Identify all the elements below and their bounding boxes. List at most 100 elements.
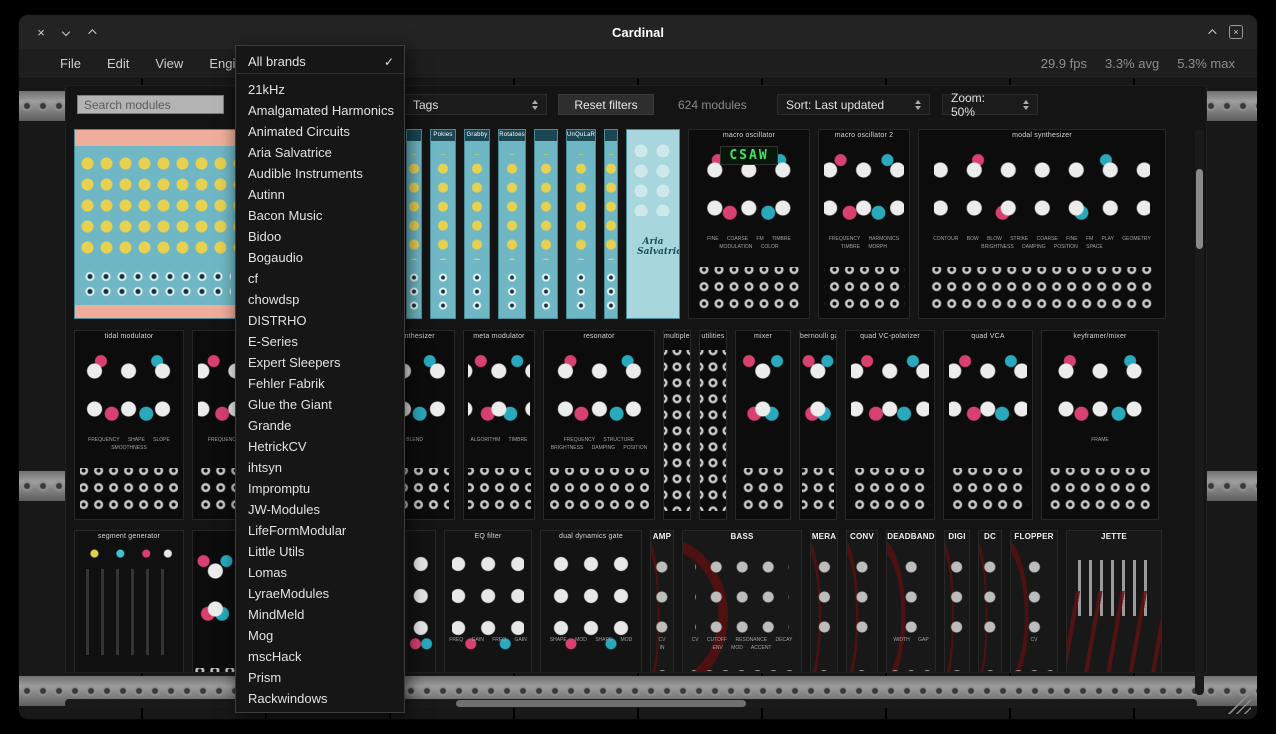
menu-item[interactable]: File — [47, 56, 94, 71]
module-labels: CONTOUR BOW BLOW STRIKE COARSE FINE FM P… — [921, 235, 1163, 251]
module-card[interactable]: Grabby — [464, 129, 490, 319]
module-card[interactable]: multiples — [663, 330, 691, 520]
brand-menu-item[interactable]: Aria Salvatrice — [236, 142, 404, 163]
brand-menu-item[interactable]: All brands ✓ — [236, 50, 404, 74]
module-card[interactable]: JETTE — [1066, 530, 1162, 673]
brand-menu-item[interactable]: 21kHz — [236, 79, 404, 100]
brand-menu-item[interactable]: Expert Sleepers — [236, 352, 404, 373]
tags-select[interactable]: Tags — [404, 94, 547, 115]
search-input[interactable] — [77, 95, 224, 114]
title-bar[interactable]: × Cardinal × — [19, 15, 1257, 49]
brand-menu-item[interactable]: Amalgamated Harmonics — [236, 100, 404, 121]
brand-menu-item[interactable]: Autinn — [236, 184, 404, 205]
module-card[interactable]: utilities — [699, 330, 727, 520]
brand-menu-item-label: HetrickCV — [248, 439, 307, 454]
brand-menu-item[interactable]: JW-Modules — [236, 499, 404, 520]
brand-menu-item[interactable]: Grande — [236, 415, 404, 436]
module-card[interactable]: FLOPPER CV — [1010, 530, 1058, 673]
vertical-scrollbar[interactable] — [1195, 129, 1204, 695]
module-card[interactable]: AMP CV IN — [650, 530, 674, 673]
brand-menu-item[interactable]: Lomas — [236, 562, 404, 583]
menu-item[interactable]: View — [142, 56, 196, 71]
brand-menu-item[interactable]: Impromptu — [236, 478, 404, 499]
close-icon[interactable]: × — [35, 26, 47, 39]
menu-item[interactable]: Edit — [94, 56, 142, 71]
module-card[interactable]: Aria Salvatrice — [626, 129, 680, 319]
brand-menu-item[interactable]: Mog — [236, 625, 404, 646]
brand-menu-item[interactable]: E-Series — [236, 331, 404, 352]
brand-menu-item[interactable]: Bacon Music — [236, 205, 404, 226]
module-title: dual dynamics gate — [541, 531, 641, 542]
module-title: quad VCA — [944, 331, 1032, 342]
chevron-up-icon[interactable] — [85, 26, 97, 39]
module-card[interactable]: macro oscillator CSAW FINE COARSE FM TIM… — [688, 129, 810, 319]
module-card[interactable] — [406, 129, 422, 319]
module-card[interactable]: CONV — [846, 530, 878, 673]
module-card[interactable] — [192, 530, 238, 673]
module-title: quad VC-polarizer — [846, 331, 934, 342]
brand-menu-item[interactable]: HetrickCV — [236, 436, 404, 457]
module-card[interactable]: modal synthesizer CONTOUR BOW BLOW STRIK… — [918, 129, 1166, 319]
module-card[interactable]: UnQuLaR — [566, 129, 596, 319]
module-card[interactable]: segment generator — [74, 530, 184, 673]
module-card[interactable]: bernoulli gate — [799, 330, 837, 520]
module-card[interactable]: dual dynamics gate SHAPE MOD SHAPE MOD — [540, 530, 642, 673]
brand-menu-item[interactable]: Bidoo — [236, 226, 404, 247]
brand-menu-item[interactable]: Fehler Fabrik — [236, 373, 404, 394]
brand-menu-item[interactable]: LyraeModules — [236, 583, 404, 604]
module-card[interactable]: resonator FREQUENCY STRUCTURE BRIGHTNESS… — [543, 330, 655, 520]
zoom-select[interactable]: Zoom: 50% — [942, 94, 1038, 115]
brand-menu-item[interactable]: Audible Instruments — [236, 163, 404, 184]
updown-arrow-icon — [1009, 100, 1029, 110]
brand-menu-item[interactable]: MindMeld — [236, 604, 404, 625]
module-card[interactable]: DC — [978, 530, 1002, 673]
performance-stat: 5.3% max — [1177, 56, 1235, 71]
module-card[interactable]: BASS CV CUTOFF RESONANCE DECAY ENV MOD A… — [682, 530, 802, 673]
module-labels: WIDTH GAP — [889, 636, 933, 644]
brand-menu-item[interactable]: Bogaudio — [236, 247, 404, 268]
brand-menu-item[interactable]: Little Utils — [236, 541, 404, 562]
reset-filters-button[interactable]: Reset filters — [558, 94, 654, 115]
brand-menu-item[interactable]: mscHack — [236, 646, 404, 667]
module-title: resonator — [544, 331, 654, 342]
module-card[interactable]: quad VC-polarizer — [845, 330, 935, 520]
module-title: multiples — [664, 331, 690, 342]
module-card[interactable]: quad VCA — [943, 330, 1033, 520]
module-card[interactable]: Rotatoes — [498, 129, 526, 319]
brand-menu-item[interactable]: LifeFormModular — [236, 520, 404, 541]
brand-menu-item[interactable]: DISTRHO — [236, 310, 404, 331]
module-card[interactable] — [604, 129, 618, 319]
module-card[interactable]: EQ filter FREQ GAIN FREQ GAIN — [444, 530, 532, 673]
brand-menu-item[interactable]: Prism — [236, 667, 404, 688]
module-card[interactable]: Pokies — [430, 129, 456, 319]
module-title: AMP — [651, 531, 673, 542]
brand-menu-item-label: Expert Sleepers — [248, 355, 341, 370]
module-card[interactable]: keyframer/mixer FRAME — [1041, 330, 1159, 520]
module-graphics — [193, 531, 237, 673]
vertical-scrollbar-thumb[interactable] — [1196, 169, 1203, 249]
module-card[interactable]: DEADBAND WIDTH GAP — [886, 530, 936, 673]
chevron-down-icon[interactable] — [60, 26, 72, 39]
module-title: tidal modulator — [75, 331, 183, 342]
brand-menu-item[interactable]: chowdsp — [236, 289, 404, 310]
module-card[interactable] — [534, 129, 558, 319]
brand-menu-item[interactable]: ihtsyn — [236, 457, 404, 478]
brand-menu-item[interactable]: Animated Circuits — [236, 121, 404, 142]
module-labels: CV — [1013, 636, 1055, 644]
brand-menu-item[interactable]: Glue the Giant — [236, 394, 404, 415]
module-card[interactable] — [74, 129, 239, 319]
brand-menu-item[interactable]: cf — [236, 268, 404, 289]
collapse-icon[interactable] — [1205, 26, 1217, 39]
module-card[interactable] — [406, 530, 436, 673]
horizontal-scrollbar-thumb[interactable] — [456, 700, 746, 707]
module-card[interactable]: DIGI — [944, 530, 970, 673]
module-card[interactable]: MERA — [810, 530, 838, 673]
close-box-icon[interactable]: × — [1229, 25, 1243, 39]
module-card[interactable]: macro oscillator 2 FREQUENCY HARMONICS T… — [818, 129, 910, 319]
brand-menu-item-label: All brands — [248, 54, 306, 69]
brand-menu-item[interactable]: Rackwindows — [236, 688, 404, 709]
sort-select[interactable]: Sort: Last updated — [777, 94, 930, 115]
module-card[interactable]: mixer — [735, 330, 791, 520]
module-card[interactable]: meta modulator ALGORITHM TIMBRE — [463, 330, 535, 520]
module-card[interactable]: tidal modulator FREQUENCY SHAPE SLOPE SM… — [74, 330, 184, 520]
